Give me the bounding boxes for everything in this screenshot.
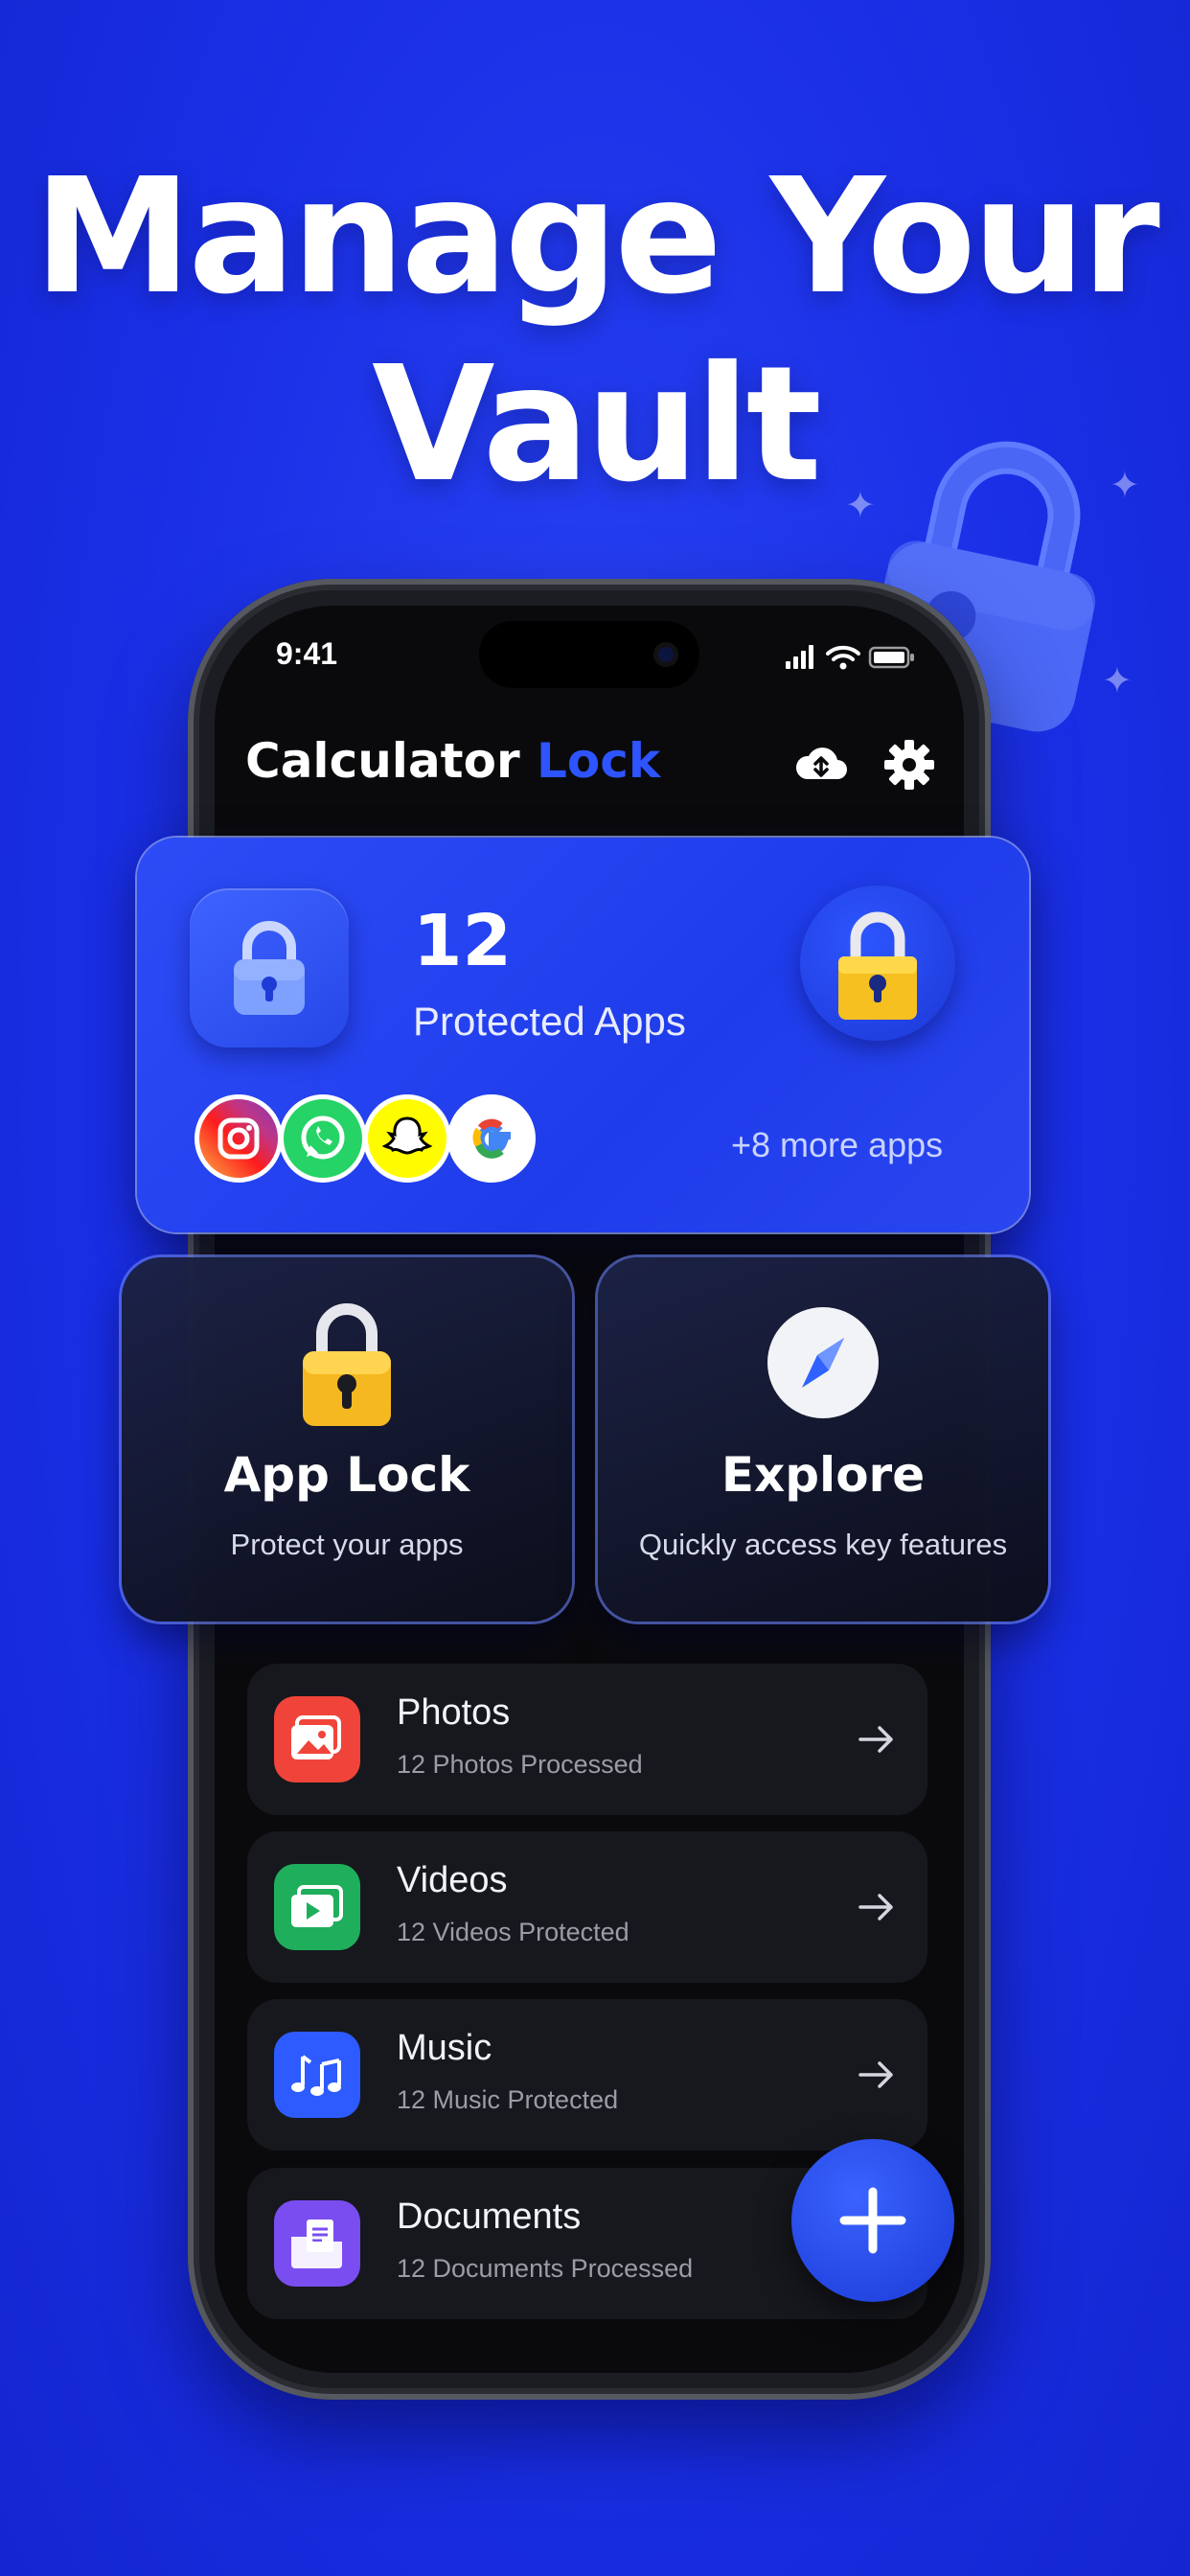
wifi-icon	[826, 645, 860, 661]
app-title-main: Calculator	[245, 733, 520, 789]
padlock-icon	[234, 921, 305, 1015]
documents-subtitle: 12 Documents Processed	[397, 2254, 694, 2283]
headline-line-1: Manage Your	[34, 145, 1160, 330]
app-lock-title: App Lock	[223, 1447, 470, 1503]
app-title: Calculator Lock	[245, 733, 660, 789]
more-apps-text[interactable]: +8 more apps	[731, 1125, 943, 1165]
cloud-sync-icon[interactable]	[791, 735, 851, 794]
arrow-right-icon	[858, 1726, 893, 1753]
explore-title: Explore	[721, 1447, 926, 1503]
sparkle-icon: ✦	[1102, 661, 1133, 702]
photos-subtitle: 12 Photos Processed	[397, 1750, 643, 1779]
app-lock-subtitle: Protect your apps	[230, 1528, 464, 1561]
music-title: Music	[397, 2028, 492, 2068]
lock-tile	[190, 888, 349, 1047]
list-item-music[interactable]: Music 12 Music Protected	[247, 1999, 927, 2150]
documents-title: Documents	[397, 2196, 582, 2237]
add-button[interactable]	[791, 2139, 954, 2302]
documents-icon	[274, 2200, 360, 2287]
app-lock-tile[interactable]: App Lock Protect your apps	[122, 1257, 572, 1622]
list-item-videos[interactable]: Videos 12 Videos Protected	[247, 1831, 927, 1983]
signal-icon	[786, 645, 813, 669]
videos-icon	[274, 1864, 360, 1950]
sparkle-icon: ✦	[1110, 466, 1140, 506]
explore-tile[interactable]: Explore Quickly access key features	[598, 1257, 1048, 1622]
arrow-right-icon	[858, 1894, 893, 1920]
dynamic-island	[479, 621, 699, 688]
sparkle-icon: ✦	[845, 486, 876, 526]
settings-gear-icon[interactable]	[880, 735, 939, 794]
plus-icon	[839, 2187, 906, 2254]
music-subtitle: 12 Music Protected	[397, 2085, 619, 2114]
app-lock-padlock-icon	[303, 1303, 391, 1426]
battery-icon	[868, 646, 914, 669]
yellow-lock-badge	[800, 886, 955, 1041]
app-title-accent: Lock	[537, 733, 661, 789]
protected-label: Protected Apps	[413, 999, 686, 1044]
compass-icon	[767, 1307, 879, 1418]
arrow-right-icon	[858, 2061, 893, 2088]
photos-title: Photos	[397, 1692, 511, 1733]
explore-subtitle: Quickly access key features	[638, 1528, 1008, 1561]
status-icons	[786, 645, 914, 670]
status-time: 9:41	[276, 636, 338, 671]
yellow-padlock-icon	[838, 911, 917, 1020]
protected-apps-card[interactable]: 12 Protected Apps +8 more apps	[137, 838, 1029, 1232]
music-icon	[274, 2032, 360, 2118]
photos-icon	[274, 1696, 360, 1782]
snapchat-icon	[363, 1094, 451, 1183]
instagram-icon	[195, 1094, 283, 1183]
protected-count: 12	[413, 900, 512, 982]
whatsapp-icon	[279, 1094, 367, 1183]
videos-subtitle: 12 Videos Protected	[397, 1918, 629, 1946]
google-icon	[447, 1094, 536, 1183]
videos-title: Videos	[397, 1860, 508, 1900]
list-item-photos[interactable]: Photos 12 Photos Processed	[247, 1664, 927, 1815]
